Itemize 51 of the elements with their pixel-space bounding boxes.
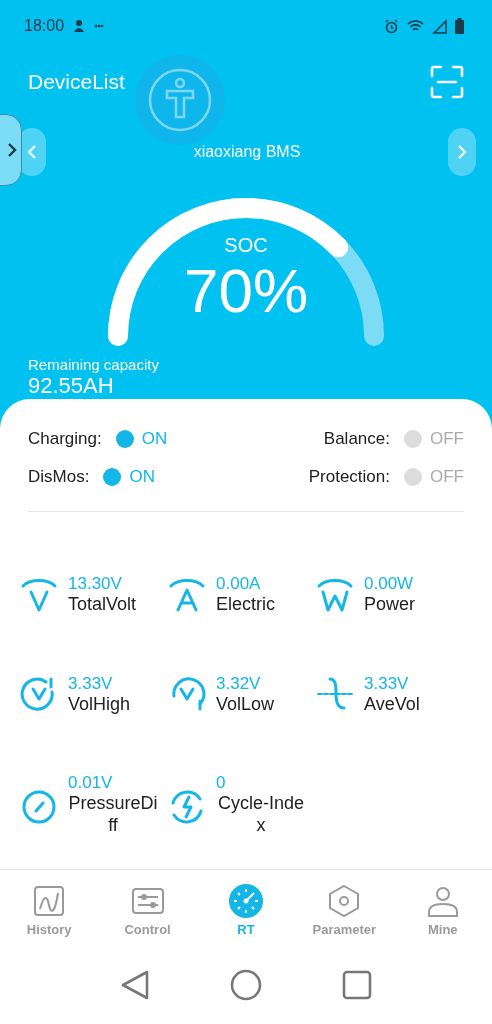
- back-icon[interactable]: [120, 969, 150, 1001]
- metric-label: Electric: [216, 594, 275, 616]
- header-title[interactable]: DeviceList: [28, 70, 125, 94]
- metric-label: VolLow: [216, 693, 275, 716]
- metric-label: PressureDiff: [68, 793, 158, 837]
- rt-tab[interactable]: RT: [200, 883, 291, 937]
- metric-value: 3.32V: [216, 673, 262, 694]
- metric-value: 0.00W: [364, 574, 415, 594]
- metric-label: TotalVolt: [68, 594, 137, 616]
- chevron-right-icon: [457, 144, 467, 160]
- gauge-icon: [228, 883, 263, 918]
- metric-value: 3.33V: [364, 673, 410, 694]
- switch-state: ON: [129, 467, 155, 487]
- control-tab[interactable]: Control: [102, 883, 193, 937]
- mine-tab[interactable]: Mine: [397, 883, 488, 937]
- metric-label: AveVol: [364, 693, 420, 716]
- hexagon-icon: [327, 883, 362, 918]
- chevron-left-icon: [27, 144, 37, 160]
- signal-icon: [432, 18, 447, 34]
- device-name: xiaoxiang BMS: [193, 143, 301, 161]
- remaining-label: Remaining capacity: [28, 356, 159, 373]
- chevron-right-icon: [7, 142, 17, 158]
- line-chart-icon: [32, 883, 67, 918]
- switch-state: OFF: [430, 467, 464, 487]
- status-time: 18:00: [24, 17, 65, 35]
- soc-value: 70%: [183, 257, 309, 326]
- metric-value: 13.30V: [68, 574, 123, 594]
- metric-value: 0: [216, 773, 227, 794]
- battery-icon: [455, 18, 464, 34]
- remaining-value: 92.55AH: [28, 373, 114, 399]
- parameter-tab[interactable]: Parameter: [299, 883, 390, 937]
- recents-icon[interactable]: [342, 970, 372, 1000]
- home-icon[interactable]: [230, 969, 262, 1001]
- switch-label: Charging:: [28, 429, 102, 449]
- more-icon: [94, 24, 105, 28]
- switch-label: Balance:: [323, 429, 390, 449]
- metric-label: Power: [364, 594, 416, 616]
- switch-state: ON: [141, 429, 168, 449]
- switch-label: DisMos:: [28, 467, 90, 487]
- notification-icon: [72, 19, 87, 33]
- metric-value: 3.33V: [68, 673, 114, 694]
- metric-label: VolHigh: [68, 693, 131, 716]
- wifi-icon: [407, 19, 424, 33]
- soc-label: SOC: [224, 234, 268, 257]
- switch-state: OFF: [430, 429, 464, 449]
- metric-value: 0.00A: [216, 574, 262, 594]
- history-tab[interactable]: History: [4, 883, 95, 937]
- metric-label: Cycle-Index: [216, 793, 305, 837]
- metric-value: 0.01V: [68, 773, 114, 794]
- switch-label: Protection:: [308, 467, 390, 487]
- alarm-icon: [384, 18, 399, 34]
